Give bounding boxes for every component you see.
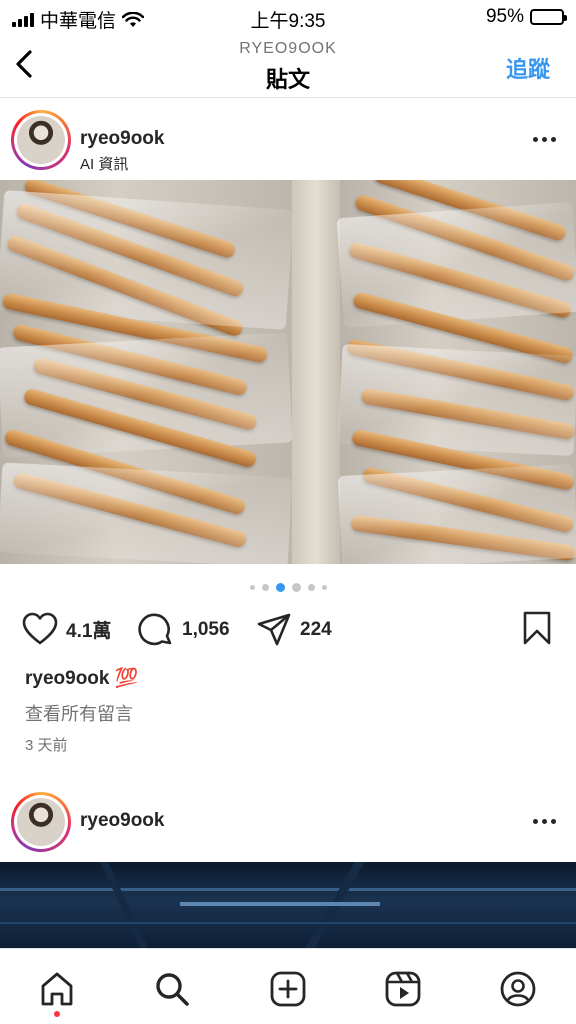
- create-icon: [270, 971, 306, 1007]
- avatar[interactable]: [11, 792, 71, 852]
- post-header: ryeo9ook: [0, 782, 576, 862]
- status-bar: 中華電信 上午9:35 95%: [0, 0, 576, 32]
- tab-bar: [0, 948, 576, 1024]
- comment-icon: [138, 613, 172, 646]
- post-username[interactable]: ryeo9ook: [80, 810, 164, 832]
- search-icon: [156, 973, 189, 1006]
- post-actions: 4.1萬 1,056 224: [0, 608, 576, 650]
- carousel-dot: [249, 585, 255, 590]
- nav-header: RYEO9OOK 貼文 追蹤: [0, 32, 576, 98]
- carousel-dot: [261, 584, 269, 591]
- comment-count: 1,056: [182, 619, 230, 640]
- bookmark-icon[interactable]: [522, 610, 552, 646]
- post-header: ryeo9ook AI 資訊: [0, 100, 576, 180]
- account-handle: RYEO9OOK: [239, 40, 337, 57]
- tab-search[interactable]: [152, 969, 192, 1009]
- post-image[interactable]: [0, 862, 576, 948]
- battery-icon: [530, 9, 567, 25]
- notification-dot: [54, 1011, 60, 1017]
- battery-percent: 95%: [485, 6, 524, 27]
- caption: ryeo9ook 💯: [25, 666, 138, 690]
- post-username[interactable]: ryeo9ook: [80, 128, 164, 150]
- carousel-indicator: [0, 583, 576, 592]
- heart-icon: [22, 612, 58, 645]
- post-image[interactable]: [0, 180, 576, 564]
- profile-icon: [500, 971, 536, 1007]
- carousel-dot: [307, 584, 315, 591]
- carousel-dot: [291, 583, 301, 592]
- avatar[interactable]: [11, 110, 71, 170]
- tab-create[interactable]: [268, 969, 308, 1009]
- send-icon: [257, 613, 291, 646]
- reels-icon: [385, 971, 421, 1007]
- like-button[interactable]: 4.1萬: [22, 612, 111, 646]
- tab-home[interactable]: [37, 969, 77, 1009]
- comment-button[interactable]: 1,056: [138, 612, 230, 648]
- post-subline[interactable]: AI 資訊: [80, 153, 128, 174]
- caption-username[interactable]: ryeo9ook: [25, 668, 109, 689]
- post-timestamp: 3 天前: [25, 737, 68, 754]
- share-button[interactable]: 224: [256, 612, 332, 648]
- tab-profile[interactable]: [498, 969, 538, 1009]
- share-count: 224: [300, 619, 332, 640]
- tab-reels[interactable]: [383, 969, 423, 1009]
- caption-text: 💯: [114, 668, 139, 689]
- page-title: 貼文: [265, 67, 310, 92]
- more-options-icon[interactable]: [533, 137, 556, 142]
- carousel-dot: [321, 585, 327, 590]
- view-comments-link[interactable]: 查看所有留言: [25, 700, 133, 726]
- like-count: 4.1萬: [66, 620, 112, 642]
- home-icon: [41, 972, 73, 1006]
- carousel-dot: [275, 583, 285, 592]
- more-options-icon[interactable]: [533, 819, 556, 824]
- follow-button[interactable]: 追蹤: [506, 52, 550, 84]
